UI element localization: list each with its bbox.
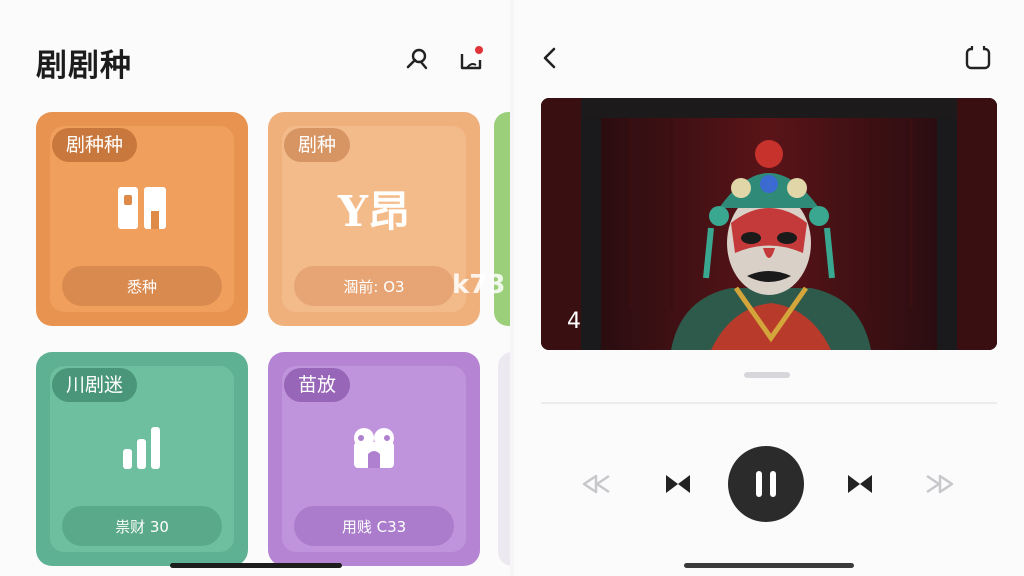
opera-performer-thumbnail bbox=[541, 98, 997, 350]
next-card-peek[interactable] bbox=[498, 352, 510, 566]
fast-forward-icon bbox=[926, 474, 954, 494]
card-footer: 用贱 C33 bbox=[294, 506, 454, 546]
card-tag: 川剧迷 bbox=[52, 368, 138, 402]
pause-button[interactable] bbox=[728, 446, 804, 522]
player-pane: 4 k73 bbox=[452, 0, 1024, 576]
watermark-logo: k73 bbox=[452, 270, 506, 300]
card-tag: 剧种 bbox=[284, 128, 351, 162]
search-button[interactable] bbox=[402, 44, 432, 74]
rewind-icon bbox=[582, 474, 610, 494]
card-footer: 祟财 30 bbox=[62, 506, 222, 546]
category-card-2[interactable]: 剧种 Y昂 涸前: O3 bbox=[268, 112, 480, 326]
previous-button[interactable] bbox=[658, 462, 698, 506]
video-player[interactable]: 4 bbox=[541, 98, 997, 350]
fullscreen-button[interactable] bbox=[962, 42, 994, 74]
split-door-icon bbox=[36, 178, 248, 238]
notification-badge bbox=[475, 46, 483, 54]
back-button[interactable] bbox=[534, 42, 566, 74]
skip-previous-icon bbox=[666, 475, 690, 493]
divider bbox=[541, 402, 997, 404]
card-footer: 悉种 bbox=[62, 266, 222, 306]
episode-number: 4 bbox=[567, 309, 581, 334]
notification-button[interactable] bbox=[456, 44, 486, 74]
drag-handle[interactable] bbox=[744, 372, 790, 378]
rewind-button[interactable] bbox=[576, 462, 616, 506]
home-indicator[interactable] bbox=[684, 563, 854, 568]
next-button[interactable] bbox=[840, 462, 880, 506]
home-indicator[interactable] bbox=[170, 563, 342, 568]
card-footer: 涸前: O3 bbox=[294, 266, 454, 306]
fast-forward-button[interactable] bbox=[920, 462, 960, 506]
bar-chart-icon bbox=[36, 418, 248, 478]
pause-icon bbox=[756, 471, 776, 497]
category-pane: 剧剧种 剧种种 悉种 剧种 Y昂 涸前: O3 川剧迷 祟财 30 苗放 用贱 … bbox=[0, 0, 510, 576]
search-icon bbox=[406, 48, 428, 70]
app-root: 剧剧种 剧种种 悉种 剧种 Y昂 涸前: O3 川剧迷 祟财 30 苗放 用贱 … bbox=[0, 0, 1024, 576]
fullscreen-icon bbox=[965, 46, 991, 70]
category-card-3[interactable]: 川剧迷 祟财 30 bbox=[36, 352, 248, 566]
card-tag: 苗放 bbox=[284, 368, 351, 402]
page-title: 剧剧种 bbox=[36, 48, 132, 84]
skip-next-icon bbox=[848, 475, 872, 493]
category-card-1[interactable]: 剧种种 悉种 bbox=[36, 112, 248, 326]
category-card-4[interactable]: 苗放 用贱 C33 bbox=[268, 352, 480, 566]
chevron-left-icon bbox=[543, 47, 556, 69]
theater-masks-icon bbox=[268, 418, 480, 478]
card-glyph: Y昂 bbox=[338, 186, 410, 236]
card-tag: 剧种种 bbox=[52, 128, 138, 162]
